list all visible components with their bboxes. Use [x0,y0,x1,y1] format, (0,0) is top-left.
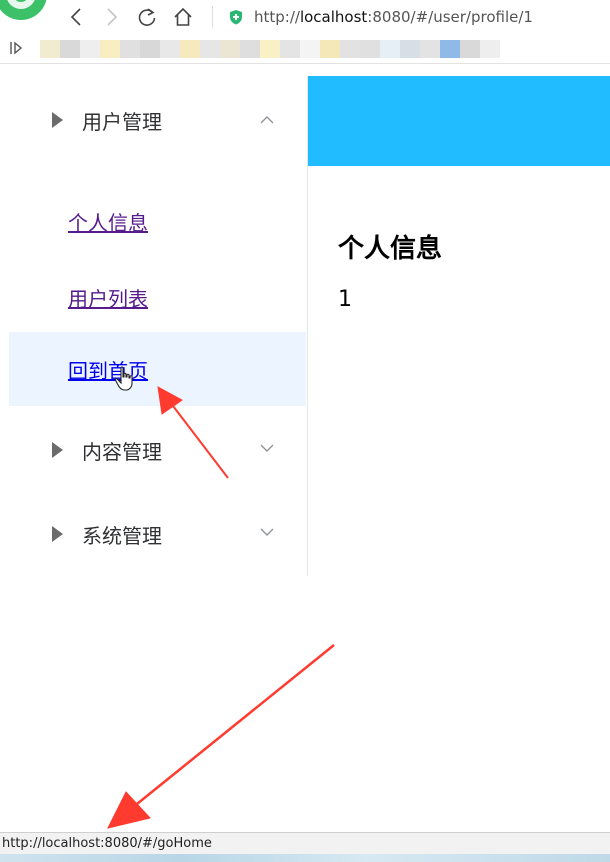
bookmark-item[interactable] [240,40,260,58]
caret-right-icon [52,442,63,458]
url-scheme: http:// [254,8,300,26]
status-bar-decoration [0,854,610,862]
url-host: localhost [299,8,368,26]
bookmark-item[interactable] [460,40,480,58]
page-title: 个人信息 [338,234,443,264]
address-bar[interactable]: http://localhost:8080/#/user/profile/1 [228,4,610,30]
menu-item-profile[interactable]: 个人信息 [9,184,306,258]
url-text[interactable]: http://localhost:8080/#/user/profile/1 [254,8,533,26]
page-header [308,76,610,166]
chevron-up-icon [260,116,274,124]
arrow-right-icon [107,8,118,26]
bookmark-item[interactable] [480,40,500,58]
sidebar-toggle-icon[interactable] [8,39,24,57]
bookmark-item[interactable] [220,40,240,58]
bookmark-item[interactable] [100,40,120,58]
browser-toolbar: http://localhost:8080/#/user/profile/1 [0,0,610,34]
bookmark-item[interactable] [420,40,440,58]
bookmark-item[interactable] [300,40,320,58]
bookmark-item[interactable] [380,40,400,58]
hand-pointer-icon [114,366,133,391]
bookmark-item[interactable] [400,40,420,58]
back-button[interactable] [64,4,90,30]
home-icon [174,7,192,26]
forward-button[interactable] [98,4,124,30]
url-path: :8080/#/user/profile/1 [367,8,533,26]
bookmarks-bar [0,34,610,64]
reload-icon [138,8,156,26]
bookmark-item[interactable] [80,40,100,58]
bookmark-item[interactable] [320,40,340,58]
browser-logo-icon [0,0,47,20]
bookmark-item[interactable] [280,40,300,58]
bookmark-item[interactable] [120,40,140,58]
status-link-url: http://localhost:8080/#/goHome [2,836,212,851]
bookmark-items [40,40,500,58]
sidebar-menu: 用户管理 个人信息 用户列表 回到首页 内容管理 系统管理 [0,76,308,576]
chevron-down-icon [260,528,274,536]
submenu-label: 用户管理 [82,109,162,134]
caret-right-icon [52,526,63,542]
arrow-left-icon [70,8,81,26]
menu-item-label[interactable]: 个人信息 [68,207,148,236]
bookmark-item[interactable] [40,40,60,58]
menu-item-label[interactable]: 用户列表 [68,283,148,312]
bookmark-item[interactable] [160,40,180,58]
submenu-system-management[interactable]: 系统管理 [0,506,306,562]
menu-item-label[interactable]: 回到首页 [68,355,148,384]
submenu-content-management[interactable]: 内容管理 [0,422,306,478]
reload-button[interactable] [134,4,160,30]
user-id-value: 1 [338,287,352,312]
caret-right-icon [52,112,63,128]
menu-item-go-home[interactable]: 回到首页 [9,332,306,406]
bookmark-item[interactable] [360,40,380,58]
shield-icon [230,10,242,25]
submenu-label: 系统管理 [82,523,162,548]
bookmark-item[interactable] [140,40,160,58]
submenu-user-management[interactable]: 用户管理 [0,92,306,148]
home-button[interactable] [170,4,196,30]
menu-item-user-list[interactable]: 用户列表 [9,260,306,334]
bookmark-item[interactable] [180,40,200,58]
chevron-down-icon [260,444,274,452]
bookmark-item[interactable] [340,40,360,58]
submenu-label: 内容管理 [82,439,162,464]
toolbar-divider [212,6,213,28]
status-bar: http://localhost:8080/#/goHome [0,832,610,862]
bookmark-item[interactable] [60,40,80,58]
bookmark-item[interactable] [260,40,280,58]
bookmark-item[interactable] [200,40,220,58]
main-content: 个人信息 1 [338,228,442,312]
bookmark-item[interactable] [440,40,460,58]
